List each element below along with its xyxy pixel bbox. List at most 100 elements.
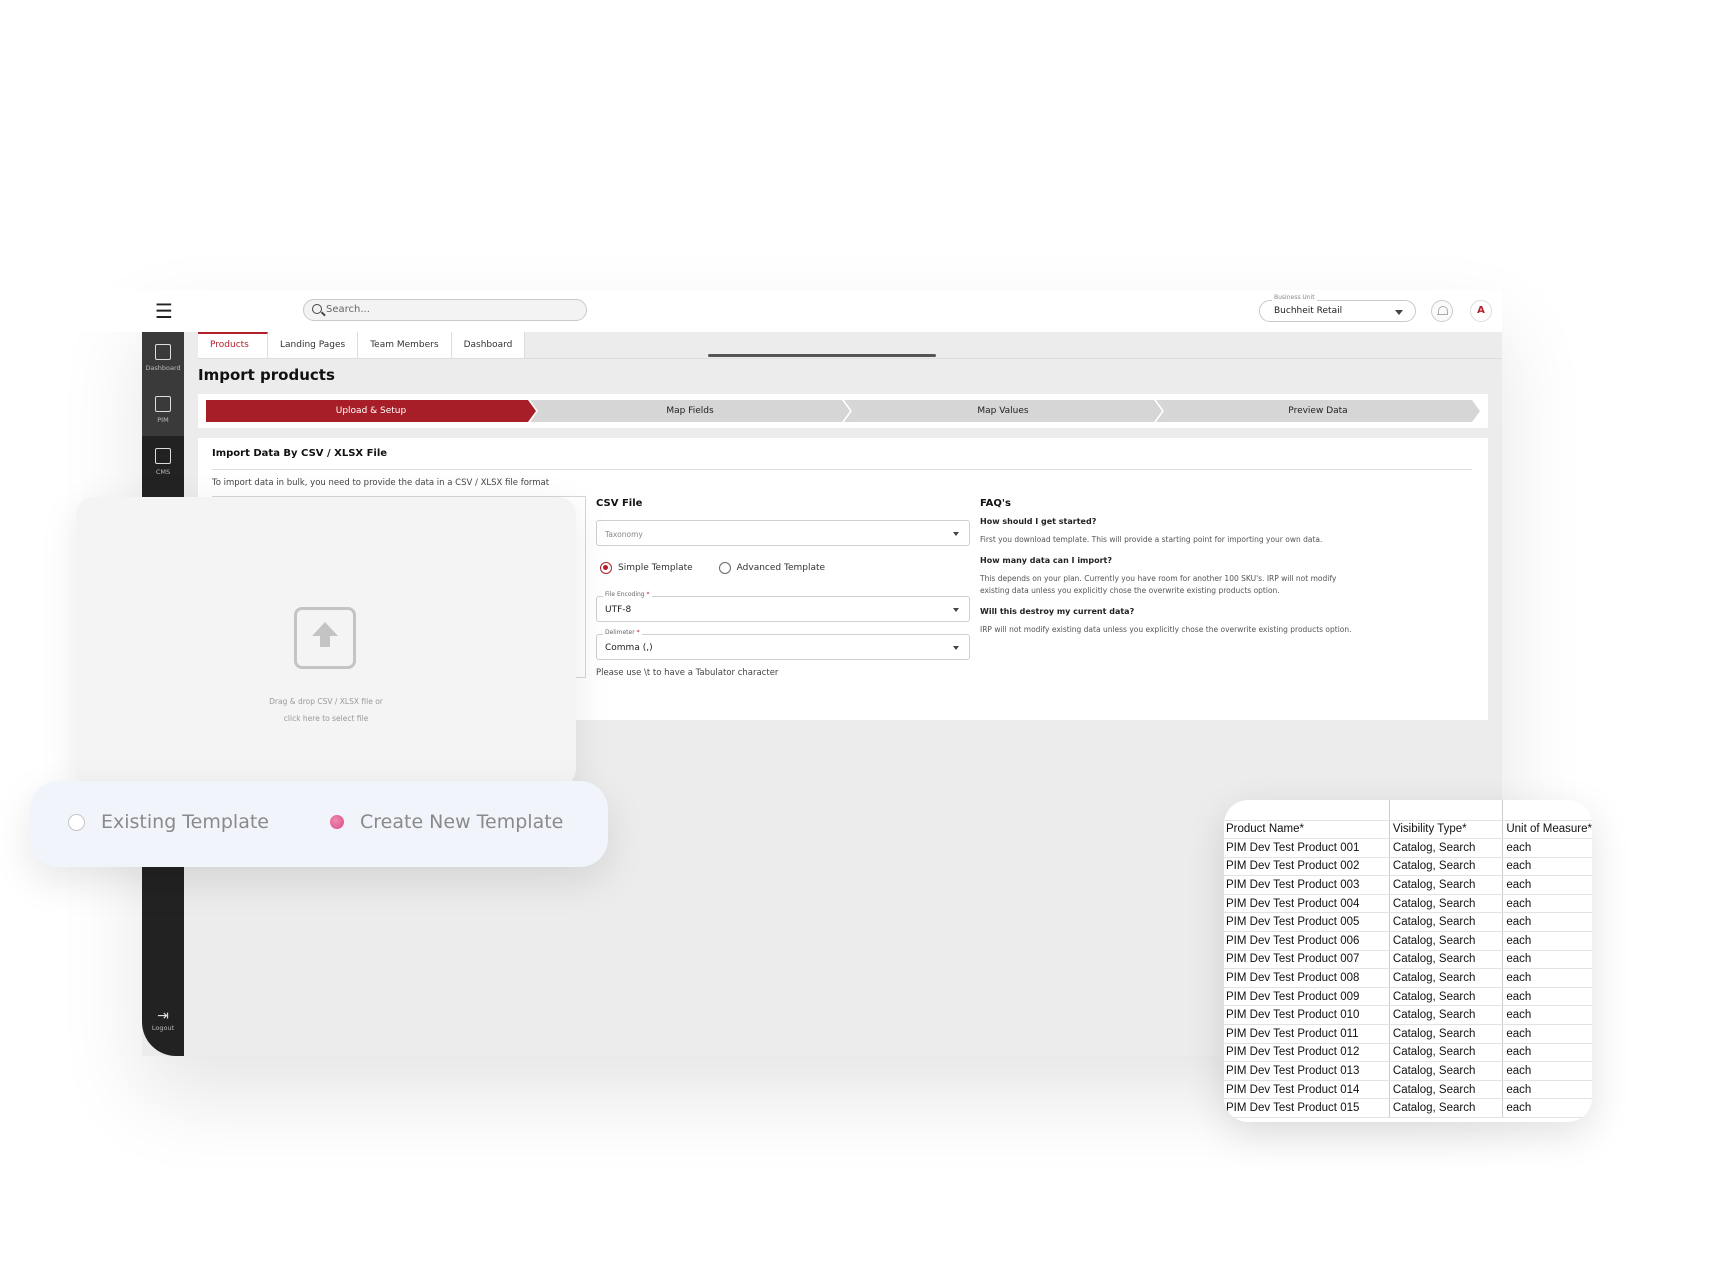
faq-answer: IRP will not modify existing data unless… <box>980 625 1352 634</box>
faq-question: Will this destroy my current data? <box>980 607 1135 616</box>
step-map-values[interactable]: Map Values <box>844 400 1162 422</box>
table-cell: each <box>1502 875 1592 895</box>
table-cell: PIM Dev Test Product 003 <box>1224 875 1390 895</box>
top-bar: ☰ Search... Business Unit Buchheit Retai… <box>0 290 1502 332</box>
tab-bar: Products Landing Pages Team Members Dash… <box>198 332 526 358</box>
table-cell: each <box>1502 838 1592 858</box>
avatar[interactable]: A <box>1470 300 1492 322</box>
table-row: PIM Dev Test Product 001 Catalog, Search e… <box>1224 838 1592 858</box>
drop-line-2: click here to select file <box>283 714 369 723</box>
table-cell: Catalog, Search <box>1389 1024 1504 1044</box>
table-cell: each <box>1502 950 1592 970</box>
file-encoding-select[interactable]: File Encoding * UTF-8 <box>596 591 970 622</box>
taxonomy-select[interactable]: Taxonomy <box>596 520 970 546</box>
sidebar-item-label: PIM <box>157 416 169 424</box>
business-unit-select[interactable]: Business Unit Buchheit Retail <box>1259 294 1416 322</box>
table-cell: each <box>1502 1024 1592 1044</box>
create-new-template-label: Create New Template <box>360 811 564 833</box>
import-card-title: Import Data By CSV / XLSX File <box>212 448 388 459</box>
table-cell: each <box>1502 968 1592 988</box>
spreadsheet-preview: Product Name* Visibility Type* Unit of M… <box>1224 800 1592 1122</box>
chevron-down-icon <box>1395 310 1403 315</box>
existing-template-radio[interactable] <box>68 813 85 831</box>
logout-icon: ⇥ <box>157 1008 169 1024</box>
divider <box>198 358 1502 359</box>
table-cell: PIM Dev Test Product 004 <box>1224 894 1390 914</box>
faq-question: How should I get started? <box>980 517 1097 526</box>
step-map-fields[interactable]: Map Fields <box>530 400 850 422</box>
simple-template-label: Simple Template <box>618 563 693 573</box>
delimiter-select[interactable]: Delimeter * Comma (,) <box>596 629 970 660</box>
pim-icon <box>155 396 171 412</box>
table-row: PIM Dev Test Product 010 Catalog, Search e… <box>1224 1005 1592 1026</box>
delimiter-value: Comma (,) <box>605 643 653 653</box>
delimiter-label: Delimeter * <box>603 629 642 636</box>
csv-file-title: CSV File <box>596 498 643 509</box>
table-row: PIM Dev Test Product 002 Catalog, Search e… <box>1224 857 1592 877</box>
step-preview-data[interactable]: Preview Data <box>1156 400 1480 422</box>
file-encoding-value: UTF-8 <box>605 605 632 615</box>
step-upload-setup[interactable]: Upload & Setup <box>206 400 536 422</box>
table-row: PIM Dev Test Product 004 Catalog, Search e… <box>1224 894 1592 914</box>
existing-template-option[interactable]: Existing Template <box>68 811 269 833</box>
column-header: Unit of Measure* <box>1502 820 1592 840</box>
table-row: PIM Dev Test Product 014 Catalog, Search e… <box>1224 1080 1592 1100</box>
table-cell: PIM Dev Test Product 012 <box>1224 1043 1390 1063</box>
table-cell: PIM Dev Test Product 013 <box>1224 1061 1390 1081</box>
advanced-template-radio[interactable] <box>718 562 731 574</box>
faq-answer: This depends on your plan. Currently you… <box>980 574 1337 595</box>
logout-button[interactable]: ⇥ Logout <box>142 1008 184 1032</box>
table-cell: PIM Dev Test Product 010 <box>1224 1005 1390 1026</box>
tab-landing-pages[interactable]: Landing Pages <box>268 332 359 358</box>
search-icon <box>312 304 322 314</box>
table-row: PIM Dev Test Product 003 Catalog, Search e… <box>1224 875 1592 895</box>
business-unit-value: Buchheit Retail <box>1274 306 1343 316</box>
table-cell: Catalog, Search <box>1389 894 1504 914</box>
table-row: PIM Dev Test Product 012 Catalog, Search e… <box>1224 1043 1592 1063</box>
table-cell: Catalog, Search <box>1389 1098 1504 1118</box>
tab-team-members[interactable]: Team Members <box>358 332 452 358</box>
chevron-down-icon <box>953 646 959 650</box>
simple-template-radio[interactable] <box>600 562 612 574</box>
import-description: To import data in bulk, you need to prov… <box>212 478 550 488</box>
file-encoding-label: File Encoding * <box>603 591 652 598</box>
table-cell: each <box>1502 1061 1592 1081</box>
create-new-template-radio[interactable] <box>330 815 344 829</box>
tab-products[interactable]: Products <box>198 332 268 358</box>
business-unit-label: Business Unit <box>1272 294 1317 301</box>
column-header: Visibility Type* <box>1389 820 1504 840</box>
tab-dashboard[interactable]: Dashboard <box>451 332 526 358</box>
search-placeholder: Search... <box>326 304 370 315</box>
table-cell: PIM Dev Test Product 015 <box>1224 1098 1390 1118</box>
table-cell: Catalog, Search <box>1389 968 1504 988</box>
table-cell: each <box>1502 1043 1592 1063</box>
bell-icon[interactable] <box>1431 300 1453 322</box>
table-cell: Catalog, Search <box>1389 838 1504 858</box>
hamburger-menu-icon[interactable]: ☰ <box>155 301 173 321</box>
sidebar-item-cms[interactable]: CMS <box>142 436 184 488</box>
table-row: PIM Dev Test Product 011 Catalog, Search e… <box>1224 1024 1592 1044</box>
sidebar-item-dashboard[interactable]: Dashboard <box>142 332 184 384</box>
file-drop-zone[interactable]: Drag & drop CSV / XLSX file or click her… <box>76 497 576 787</box>
dashboard-icon <box>155 344 171 360</box>
table-cell: PIM Dev Test Product 005 <box>1224 912 1390 933</box>
table-cell: PIM Dev Test Product 008 <box>1224 968 1390 988</box>
search-input[interactable]: Search... <box>303 299 587 321</box>
faq-title: FAQ's <box>980 498 1011 509</box>
faq-question: How many data can I import? <box>980 556 1113 565</box>
spreadsheet-table: Product Name* Visibility Type* Unit of M… <box>1224 800 1592 1118</box>
table-cell: each <box>1502 1080 1592 1100</box>
taxonomy-placeholder: Taxonomy <box>605 530 643 539</box>
chevron-down-icon <box>953 532 959 536</box>
horizontal-scrollbar[interactable] <box>708 354 936 357</box>
logout-label: Logout <box>151 1024 175 1032</box>
table-cell: Catalog, Search <box>1389 950 1504 970</box>
table-cell: Catalog, Search <box>1389 1005 1504 1026</box>
create-new-template-option[interactable]: Create New Template <box>330 811 563 833</box>
table-row: PIM Dev Test Product 006 Catalog, Search e… <box>1224 931 1592 951</box>
existing-template-label: Existing Template <box>101 811 269 833</box>
table-cell: Catalog, Search <box>1389 1080 1504 1100</box>
table-cell: PIM Dev Test Product 001 <box>1224 838 1390 858</box>
sidebar-item-pim[interactable]: PIM <box>142 384 184 436</box>
table-cell: PIM Dev Test Product 006 <box>1224 931 1390 951</box>
